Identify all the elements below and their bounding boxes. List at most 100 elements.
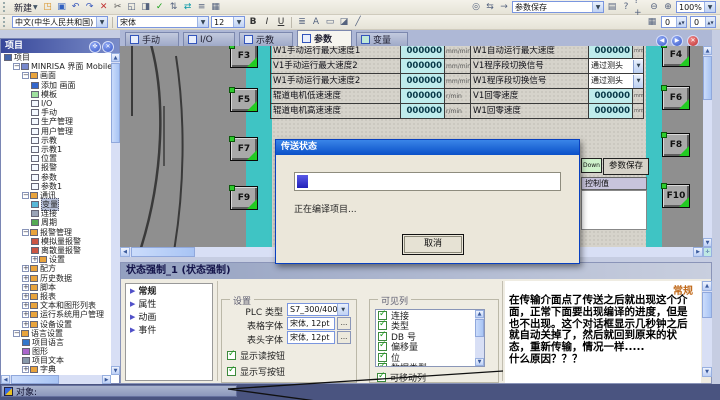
y-position-stepper[interactable]: 0▲▼ (690, 16, 716, 28)
param-value-cell[interactable]: 000000 (401, 74, 445, 89)
parameter-table[interactable]: W1手动运行最大速度1000000mm/minW1自动运行最大速度000000m… (270, 46, 644, 119)
expand-icon[interactable]: + (22, 275, 29, 282)
tree-item-项目语言[interactable]: 项目语言 (2, 338, 111, 347)
param-name-cell[interactable]: V1回零速度 (471, 89, 589, 104)
plc-type-combo[interactable]: S7_300/400▼ (287, 303, 349, 316)
transfer-icon[interactable]: ⇄ (182, 1, 194, 13)
category-属性[interactable]: ▶属性 (126, 297, 212, 310)
underline-button[interactable]: U (275, 16, 287, 28)
editor-vscrollbar[interactable]: ▲ ▼ (703, 46, 712, 247)
fkey-F5[interactable]: F5 (230, 88, 258, 112)
toolbar-grip[interactable] (3, 2, 8, 12)
border-style-icon[interactable]: ▭ (324, 16, 336, 28)
grid-icon[interactable]: ▦ (646, 16, 658, 28)
cut-icon[interactable]: ✂ (112, 1, 124, 13)
table-font-browse-button[interactable]: ... (337, 317, 351, 330)
tab-变量[interactable]: 变量 (356, 32, 408, 46)
align-icon[interactable]: ≣ (296, 16, 308, 28)
collapse-icon[interactable]: − (22, 192, 29, 199)
copy-icon[interactable]: ◱ (126, 1, 138, 13)
expand-icon[interactable]: + (22, 366, 29, 373)
redo-icon[interactable]: ↷ (84, 1, 96, 13)
header-font-browse-button[interactable]: ... (337, 331, 351, 344)
tab-手动[interactable]: 手动 (125, 32, 179, 46)
fkey-F9[interactable]: F9 (230, 186, 258, 210)
zoom-in-icon[interactable]: ⊕ (662, 1, 674, 13)
down-button[interactable]: Down (581, 158, 602, 173)
project-tree-vscrollbar[interactable]: ▲ ▼ (111, 53, 120, 375)
param-dropdown-cell[interactable]: 通过测头▼ (589, 74, 644, 89)
param-value-cell[interactable]: 000000 (401, 104, 445, 119)
expand-icon[interactable]: + (22, 311, 29, 318)
category-事件[interactable]: ▶事件 (126, 323, 212, 336)
show-read-checkbox[interactable] (227, 351, 236, 360)
fill-color-icon[interactable]: ◪ (338, 16, 350, 28)
panel-close-icon[interactable]: ✕ (102, 41, 114, 53)
fkey-F3[interactable]: F3 (230, 46, 258, 68)
project-tree-hscrollbar[interactable]: ◀ ▶ (1, 375, 111, 384)
chevron-down-icon[interactable]: ▼ (633, 75, 643, 88)
tree-item-历史数据[interactable]: +历史数据 (2, 274, 111, 283)
expand-icon[interactable]: + (22, 293, 29, 300)
tab-示教[interactable]: 示教 (239, 32, 293, 46)
print-icon[interactable]: ▤ (606, 1, 618, 13)
chevron-down-icon[interactable]: ▼ (197, 17, 208, 27)
validate-icon[interactable]: ✓ (154, 1, 166, 13)
cancel-button[interactable]: 取消 (404, 236, 462, 253)
zoom-combo[interactable]: 100%▼ (676, 1, 716, 13)
pan-icon[interactable]: ✛ (703, 247, 712, 257)
dialog-titlebar[interactable]: 传送状态 (276, 140, 579, 155)
link-icon[interactable]: ▦ (210, 1, 222, 13)
param-value-cell[interactable]: 000000 (589, 104, 633, 119)
sync-icon[interactable]: ⇅ (168, 1, 180, 13)
text-color-icon[interactable]: A (310, 16, 322, 28)
expand-icon[interactable]: + (31, 256, 38, 263)
tree-item-参数1[interactable]: 参数1 (2, 182, 111, 191)
font-size-combo[interactable]: 12▼ (211, 16, 245, 28)
zoom-out-icon[interactable]: ⊖ (648, 1, 660, 13)
param-value-cell[interactable]: 000000 (589, 46, 633, 59)
line-style-icon[interactable]: ╱ (352, 16, 364, 28)
expand-icon[interactable]: + (22, 321, 29, 328)
chevron-down-icon[interactable]: ▼ (233, 17, 244, 27)
collapse-icon[interactable]: − (22, 229, 29, 236)
fkey-F6[interactable]: F6 (662, 86, 690, 110)
list-icon[interactable]: ≡ (196, 1, 208, 13)
goto-icon[interactable]: → (498, 1, 510, 13)
header-font-field[interactable]: 宋体, 12pt (287, 331, 335, 344)
movable-columns-checkbox[interactable] (377, 373, 386, 382)
open-icon[interactable]: ◳ (42, 1, 54, 13)
param-name-cell[interactable]: W1程序段切换信号 (471, 74, 589, 89)
param-value-cell[interactable]: 000000 (401, 59, 445, 74)
expand-icon[interactable]: + (22, 284, 29, 291)
panel-pin-icon[interactable]: ✜ (89, 41, 101, 53)
toolbar-grip[interactable] (3, 17, 8, 27)
collapse-icon[interactable]: − (13, 330, 20, 337)
param-name-cell[interactable]: V1手动运行最大速度2 (271, 59, 401, 74)
font-combo[interactable]: 宋体▼ (117, 16, 209, 28)
refresh-icon[interactable]: ⇆ (484, 1, 496, 13)
param-name-cell[interactable]: V1程序段切换信号 (471, 59, 589, 74)
paste-icon[interactable]: ◨ (140, 1, 152, 13)
find-icon[interactable]: ◎ (470, 1, 482, 13)
expand-icon[interactable]: + (22, 302, 29, 309)
collapse-icon[interactable]: − (13, 63, 20, 70)
fkey-F8[interactable]: F8 (662, 133, 690, 157)
save-params-button[interactable]: 参数保存 (603, 158, 649, 175)
save-icon[interactable]: ▣ (56, 1, 68, 13)
column-checkbox[interactable] (378, 363, 387, 367)
bold-button[interactable]: B (247, 16, 259, 28)
collapse-icon[interactable]: − (22, 72, 29, 79)
tree-item-MINRISA 界面 Mobile Pane[interactable]: −MINRISA 界面 Mobile Pane (2, 62, 111, 71)
param-name-cell[interactable]: 辊道电机低速速度 (271, 89, 401, 104)
chevron-down-icon[interactable]: ▼ (337, 304, 348, 315)
tab-参数[interactable]: 参数 (297, 30, 352, 46)
columns-list-scrollbar[interactable]: ▲ ▼ (475, 310, 484, 366)
tree-item-项目文本[interactable]: 项目文本 (2, 356, 111, 365)
param-name-cell[interactable]: 辊道电机高速速度 (271, 104, 401, 119)
fkey-F7[interactable]: F7 (230, 137, 258, 161)
new-button[interactable]: 新建▼ (12, 1, 40, 13)
language-combo[interactable]: 中文(中华人民共和国)▼ (12, 16, 108, 28)
fkey-F4[interactable]: F4 (662, 46, 690, 67)
show-write-checkbox[interactable] (227, 367, 236, 376)
